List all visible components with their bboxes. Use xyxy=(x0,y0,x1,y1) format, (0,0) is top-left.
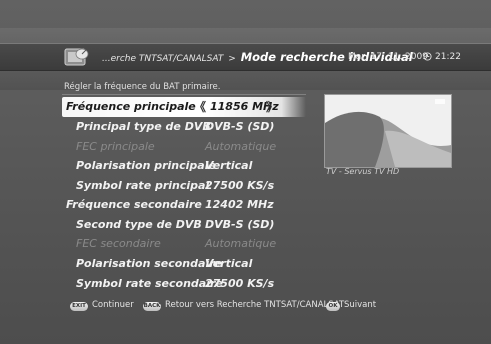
clock-icon xyxy=(423,52,432,61)
setting-label: Principal type de DVB xyxy=(76,120,211,133)
footer-continue-label: Continuer xyxy=(92,300,134,310)
exit-key-icon[interactable]: EXIT xyxy=(70,302,88,311)
back-key-icon[interactable]: BACK xyxy=(143,302,161,311)
setting-label: Symbol rate principal xyxy=(76,179,210,192)
setting-value: 27500 KS/s xyxy=(205,277,275,290)
setting-row-polarisation-principale[interactable]: Polarisation principale Vertical xyxy=(0,157,320,175)
setting-row-frequence-principale[interactable]: Fréquence principale 《 11856 MHz 》 xyxy=(0,98,320,116)
setting-label: FEC secondaire xyxy=(76,237,161,250)
footer-back-label: Retour vers Recherche TNTSAT/CANALSAT xyxy=(165,300,345,310)
preview-image xyxy=(325,95,451,167)
tv-preview-window xyxy=(324,94,452,168)
date-display: Mar, 17. 11. 2009 xyxy=(348,52,428,62)
setting-row-polarisation-secondaire[interactable]: Polarisation secondaire Vertical xyxy=(0,255,320,273)
time-display: 21:22 xyxy=(435,52,461,62)
satellite-dish-icon xyxy=(64,48,89,66)
arrow-right-icon[interactable]: 》 xyxy=(266,98,278,116)
breadcrumb-separator: > xyxy=(228,54,236,64)
setting-row-symbol-rate-principal[interactable]: Symbol rate principal 27500 KS/s xyxy=(0,177,320,195)
setting-label: Polarisation principale xyxy=(76,159,216,172)
footer-next-label: Suivant xyxy=(344,300,377,310)
setting-row-frequence-secondaire[interactable]: Fréquence secondaire 12402 MHz xyxy=(0,196,320,214)
screen-background: ...erche TNTSAT/CANALSAT > Mode recherch… xyxy=(0,0,491,344)
setting-row-second-type-dvb[interactable]: Second type de DVB DVB-S (SD) xyxy=(0,216,320,234)
setting-row-fec-principale: FEC principale Automatique xyxy=(0,138,320,156)
setting-row-symbol-rate-secondaire[interactable]: Symbol rate secondaire 27500 KS/s xyxy=(0,275,320,293)
setting-value: DVB-S (SD) xyxy=(205,120,275,133)
breadcrumb-prefix: ...erche TNTSAT/CANALSAT xyxy=(102,54,224,64)
setting-value: 27500 KS/s xyxy=(205,179,275,192)
setting-value: Vertical xyxy=(205,257,253,270)
divider xyxy=(62,94,306,95)
setting-value: 12402 MHz xyxy=(205,198,274,211)
setting-label: Fréquence secondaire xyxy=(66,198,202,211)
setting-value: Vertical xyxy=(205,159,253,172)
instruction-text: Régler la fréquence du BAT primaire. xyxy=(64,82,221,92)
setting-label: Symbol rate secondaire xyxy=(76,277,223,290)
setting-label: Second type de DVB xyxy=(76,218,202,231)
setting-label: FEC principale xyxy=(76,140,155,153)
setting-value: DVB-S (SD) xyxy=(205,218,275,231)
setting-value: Automatique xyxy=(205,140,277,153)
setting-value: Automatique xyxy=(205,237,277,250)
setting-row-principal-type-dvb[interactable]: Principal type de DVB DVB-S (SD) xyxy=(0,118,320,136)
setting-label: Fréquence principale xyxy=(66,100,196,113)
setting-row-fec-secondaire: FEC secondaire Automatique xyxy=(0,235,320,253)
arrow-left-icon[interactable]: 《 xyxy=(194,98,206,116)
setting-label: Polarisation secondaire xyxy=(76,257,223,270)
ok-key-icon[interactable]: OK xyxy=(326,302,340,311)
preview-caption: TV - Servus TV HD xyxy=(326,167,400,176)
